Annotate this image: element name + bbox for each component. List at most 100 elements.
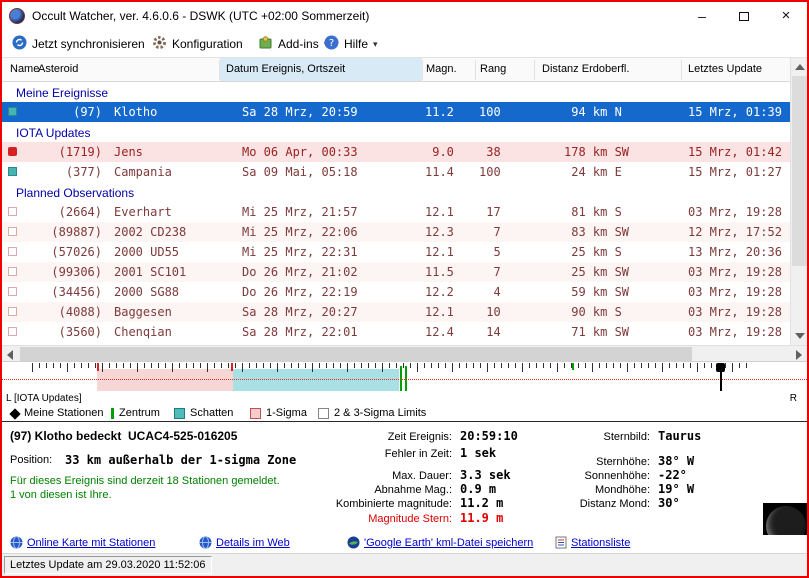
maximize-button[interactable] [723,2,765,30]
table-row-klotho[interactable]: (97) Klotho Sa 28 Mrz, 20:59 11.2 100 94… [2,102,796,122]
svg-text:?: ? [329,38,334,49]
puzzle-icon [258,35,273,53]
stations-note: 1 von diesen ist Ihre. [10,489,112,501]
column-header-magn[interactable]: Magn. [426,63,457,75]
vertical-scrollbar[interactable] [790,58,807,345]
column-separator[interactable] [422,60,423,80]
section-label: Planned Observations [16,186,135,200]
sync-icon [12,35,27,53]
asteroid-number: (99306) [51,265,102,279]
chevron-down-icon: ▾ [373,38,378,49]
magnitude: 12.2 [425,285,454,299]
asteroid-number: (377) [65,165,102,179]
checkbox-icon[interactable] [8,287,17,296]
help-icon: ? [324,35,339,53]
section-header-meine-ereignisse[interactable]: Meine Ereignisse [2,82,790,102]
checkbox-icon[interactable] [8,227,17,236]
field-event-time: Zeit Ereignis: 20:59:10 [302,429,518,443]
shadow-swatch-icon [174,408,185,419]
horizontal-scroll-thumb[interactable] [20,347,692,361]
minimize-button[interactable]: – [681,2,723,30]
checkbox-icon[interactable] [8,307,17,316]
column-separator[interactable] [534,60,535,80]
column-header-rang[interactable]: Rang [480,63,506,75]
position-label: Position: [10,454,53,466]
link-label: Details im Web [216,536,290,549]
station-list-link[interactable]: Stationsliste [555,536,630,549]
table-row-chenqian[interactable]: (3560) Chenqian Sa 28 Mrz, 22:01 12.4 14… [2,322,790,342]
table-row-2000ud55[interactable]: (57026) 2000 UD55 Mi 25 Mrz, 22:31 12.1 … [2,242,790,262]
addins-label: Add-ins [278,37,319,51]
asteroid-name: Klotho [114,105,158,119]
online-map-link[interactable]: Online Karte mit Stationen [10,536,155,549]
section-label: IOTA Updates [16,126,91,140]
field-time-error: Fehler in Zeit: 1 sek [302,446,496,460]
vertical-scroll-thumb[interactable] [792,76,807,266]
table-row-2002cd238[interactable]: (89887) 2002 CD238 Mi 25 Mrz, 22:06 12.3… [2,222,796,242]
field-label: Sternhöhe: [596,456,650,468]
column-header-dist[interactable]: Distanz Erdoberfl. [542,63,629,75]
column-separator[interactable] [219,60,220,80]
google-earth-kml-link[interactable]: 'Google Earth' kml-Datei speichern [347,536,533,549]
field-label: Sonnenhöhe: [584,470,650,482]
horizontal-scrollbar[interactable] [2,345,807,362]
table-row-campania[interactable]: (377) Campania Sa 09 Mai, 05:18 11.4 100… [2,162,790,182]
chart-right-label: R [789,393,797,404]
close-button[interactable]: × [765,2,807,30]
google-earth-icon [347,536,360,549]
asteroid-name: 2001 SC101 [114,265,187,279]
status-bar: Letztes Update am 29.03.2020 11:52:06 [2,553,807,576]
help-button[interactable]: ? Hilfe ▾ [320,33,382,55]
table-row-2000sg88[interactable]: (34456) 2000 SG88 Do 26 Mrz, 22:19 12.2 … [2,282,790,302]
column-separator[interactable] [475,60,476,80]
configuration-button[interactable]: Konfiguration [148,33,247,55]
field-sun-altitude: Sonnenhöhe: -22° [558,468,687,482]
field-value: 19° W [658,482,695,496]
column-header-name[interactable]: Name [10,63,39,75]
asteroid-number: (97) [73,105,102,119]
chart-labels: L [IOTA Updates] R [2,392,807,405]
table-row-jens[interactable]: (1719) Jens Mo 06 Apr, 00:33 9.0 38 178 … [2,142,796,162]
column-separator[interactable] [681,60,682,80]
scroll-left-icon[interactable] [7,350,13,360]
title-bar[interactable]: Occult Watcher, ver. 4.6.0.6 - DSWK (UTC… [2,2,807,30]
gear-icon [152,35,167,53]
station-tick [572,363,574,370]
checkbox-icon[interactable] [8,267,17,276]
table-row-2001sc101[interactable]: (99306) 2001 SC101 Do 26 Mrz, 21:02 11.5… [2,262,790,282]
checkbox-icon[interactable] [8,207,17,216]
configuration-label: Konfiguration [172,37,243,51]
my-station-chord-line [720,366,722,391]
magnitude: 9.0 [425,145,454,159]
legend-one-sigma: 1-Sigma [266,407,307,419]
asteroid-number: (1719) [58,145,102,159]
scroll-right-icon[interactable] [796,350,802,360]
table-row-everhart[interactable]: (2664) Everhart Mi 25 Mrz, 21:57 12.1 17… [2,202,790,222]
column-header-update[interactable]: Letztes Update [688,63,762,75]
field-value: 11.2 m [460,496,504,510]
checkbox-icon[interactable] [8,327,17,336]
sync-button[interactable]: Jetzt synchronisieren [8,33,149,55]
distance: 94 km N [564,105,630,119]
sigma-edge-tick [231,363,233,371]
field-value: 1 sek [460,446,497,460]
event-date: Mi 25 Mrz, 21:57 [242,205,358,219]
sync-label: Jetzt synchronisieren [32,37,145,51]
asteroid-number: (89887) [51,225,102,239]
event-date: Sa 28 Mrz, 20:59 [242,105,358,119]
scroll-down-icon[interactable] [795,333,805,339]
column-header-asteroid[interactable]: Asteroid [38,63,78,75]
scroll-up-icon[interactable] [795,64,805,70]
field-star-altitude: Sternhöhe: 38° W [558,454,694,468]
table-row-baggesen[interactable]: (4088) Baggesen Sa 28 Mrz, 20:27 12.1 10… [2,302,790,322]
rank: 10 [479,305,501,319]
field-moon-distance: Distanz Mond: 30° [558,496,680,510]
web-details-link[interactable]: Details im Web [199,536,290,549]
column-header-date[interactable]: Datum Ereignis, Ortszeit [226,63,345,75]
legend-my-stations: Meine Stationen [24,407,104,419]
checkbox-icon[interactable] [8,247,17,256]
section-header-planned-observations[interactable]: Planned Observations [2,182,790,202]
minimize-icon: – [698,8,706,24]
magnitude: 12.1 [425,305,454,319]
section-header-iota-updates[interactable]: IOTA Updates [2,122,790,142]
